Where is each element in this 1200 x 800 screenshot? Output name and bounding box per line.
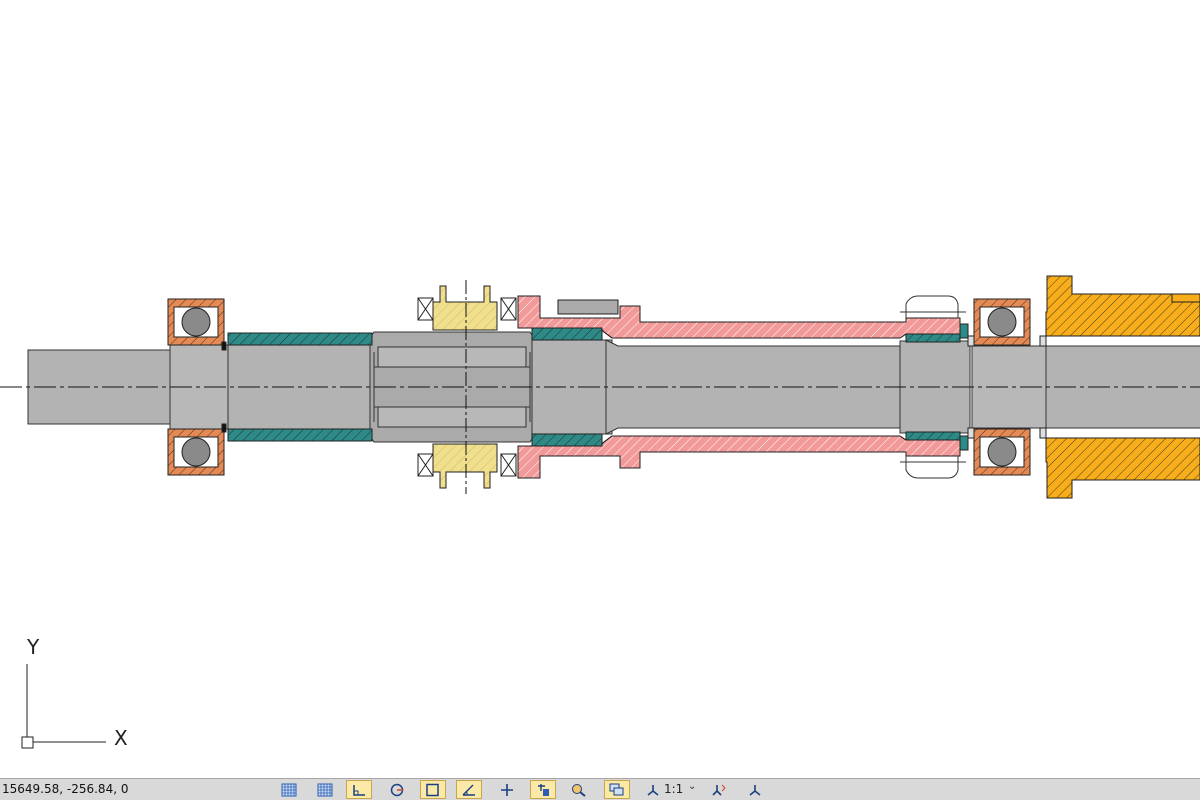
ucs-y-label: Y (26, 635, 40, 659)
annotation-scale-icon (749, 784, 761, 796)
grid-display-button[interactable] (276, 780, 302, 799)
bearing-right-bottom-ball (987, 437, 1017, 467)
dynamic-ucs-icon (462, 784, 475, 796)
annotation-visibility-button[interactable] (644, 780, 662, 799)
chevron-down-icon[interactable]: ⌄ (688, 781, 696, 792)
grid-icon (281, 783, 297, 796)
drawing-canvas[interactable]: Y X (0, 0, 1200, 778)
workspace-button[interactable] (742, 780, 768, 799)
lineweight-icon (538, 783, 549, 796)
tracking-icon (501, 783, 513, 796)
transparency-icon (572, 783, 586, 797)
auto-scale-button[interactable] (706, 780, 732, 799)
bearing-left-bottom-ball (181, 437, 211, 467)
status-bar: 15649.58, -256.84, 0 1:1 ⌄ (0, 778, 1200, 800)
annotation-icon (647, 784, 659, 796)
polar-tracking-button[interactable] (384, 780, 410, 799)
selection-cycling-icon (609, 783, 624, 795)
snap-grid-icon (317, 783, 333, 796)
object-snap-button[interactable] (420, 780, 446, 799)
auto-scale-icon (712, 784, 726, 796)
osnap-icon (426, 783, 439, 796)
ucs-x-label: X (114, 726, 128, 750)
bearing-right-top-ball (987, 307, 1017, 337)
coordinate-readout[interactable]: 15649.58, -256.84, 0 (2, 782, 128, 796)
ortho-mode-button[interactable] (346, 780, 372, 799)
selection-cycling-button[interactable] (604, 780, 630, 799)
lineweight-button[interactable] (530, 780, 556, 799)
annotation-scale[interactable]: 1:1 (664, 782, 683, 796)
transparency-button[interactable] (566, 780, 592, 799)
ortho-icon (353, 784, 365, 796)
polar-icon (390, 783, 404, 796)
snap-mode-button[interactable] (312, 780, 338, 799)
ucs-icon (21, 664, 106, 749)
dynamic-ucs-button[interactable] (456, 780, 482, 799)
object-snap-tracking-button[interactable] (494, 780, 520, 799)
bearing-left-top-ball (181, 307, 211, 337)
